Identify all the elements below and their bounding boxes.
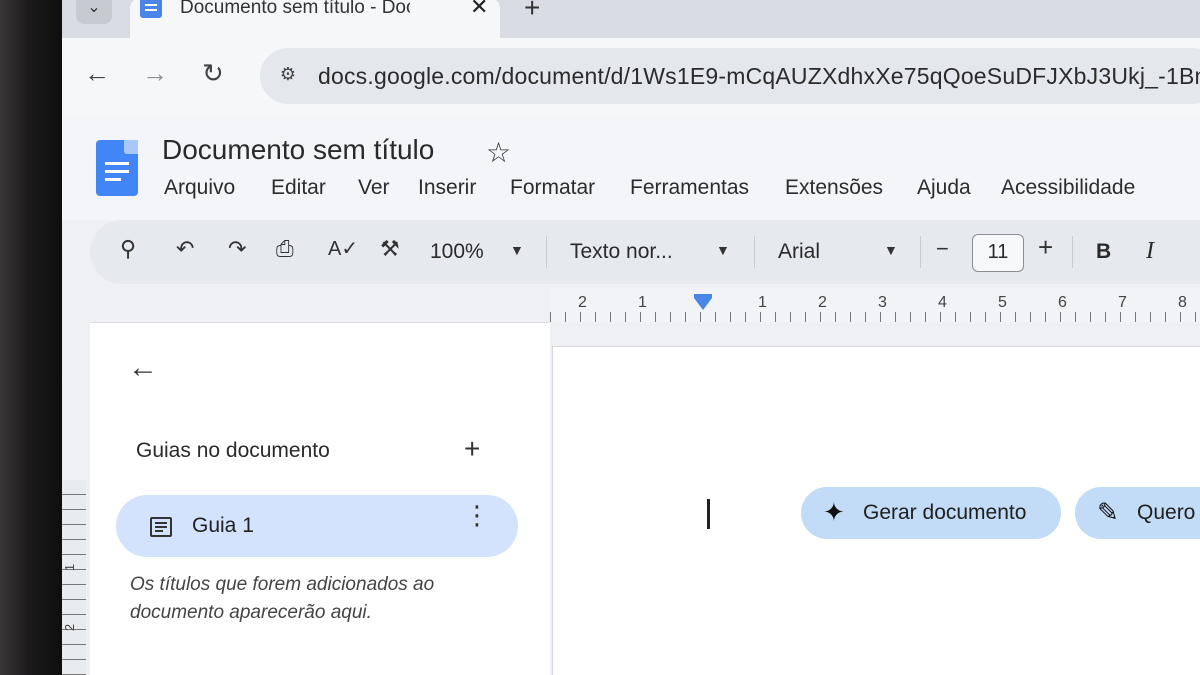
document-page[interactable]: ✦ Gerar documento ✎ Quero xyxy=(552,346,1200,675)
font-size-input[interactable]: 11 xyxy=(972,234,1024,272)
sparkle-icon: ✦ xyxy=(823,497,845,527)
docs-logo-icon[interactable] xyxy=(96,140,138,196)
vertical-ruler-number: 2 xyxy=(62,623,78,632)
font-select[interactable]: Arial xyxy=(778,240,820,264)
new-tab-icon[interactable]: + xyxy=(524,0,540,24)
bold-button[interactable]: B xyxy=(1096,240,1111,264)
ruler-number: 8 xyxy=(1178,294,1187,311)
document-title[interactable]: Documento sem título xyxy=(162,134,434,166)
menu-ajuda[interactable]: Ajuda xyxy=(917,176,971,200)
ruler-number: 6 xyxy=(1058,294,1067,311)
document-outline-panel: ← Guias no documento + Guia 1 ⋮ Os títul… xyxy=(90,322,550,675)
star-icon[interactable]: ☆ xyxy=(486,136,511,169)
separator xyxy=(754,236,755,268)
zoom-select[interactable]: 100% xyxy=(430,240,484,264)
chip-label: Gerar documento xyxy=(863,501,1027,524)
docs-favicon-icon xyxy=(140,0,162,18)
separator xyxy=(920,236,921,268)
ruler-number: 1 xyxy=(758,294,767,311)
menu-arquivo[interactable]: Arquivo xyxy=(164,176,235,200)
docs-header: Documento sem título ☆ Arquivo Editar Ve… xyxy=(62,116,1200,220)
device-bezel xyxy=(0,0,62,675)
ruler-number: 7 xyxy=(1118,294,1127,311)
vertical-ruler: 1 2 xyxy=(62,480,86,675)
redo-icon[interactable]: ↷ xyxy=(228,236,246,262)
tab-close-icon[interactable]: ✕ xyxy=(470,0,488,20)
address-bar[interactable]: ⚙ docs.google.com/document/d/1Ws1E9-mCqA… xyxy=(260,48,1200,104)
menu-formatar[interactable]: Formatar xyxy=(510,176,595,200)
left-indent-handle[interactable] xyxy=(694,298,712,310)
generate-document-chip[interactable]: ✦ Gerar documento xyxy=(801,487,1061,539)
menu-editar[interactable]: Editar xyxy=(271,176,326,200)
spellcheck-icon[interactable]: A✓ xyxy=(328,236,358,261)
chip-label: Quero xyxy=(1137,501,1196,524)
ruler-number: 2 xyxy=(578,294,587,311)
separator xyxy=(546,236,547,268)
ruler-number: 5 xyxy=(998,294,1007,311)
outline-hint-text: Os títulos que forem adicionados ao docu… xyxy=(130,574,435,623)
ruler-number: 2 xyxy=(818,294,827,311)
document-tab-icon xyxy=(150,517,172,537)
text-cursor xyxy=(707,499,710,529)
reload-icon[interactable]: ↻ xyxy=(202,58,224,89)
document-tab-label: Guia 1 xyxy=(192,514,254,537)
ruler-number: 4 xyxy=(938,294,947,311)
browser-screen: ⌄ Documento sem título - Docum ✕ + ← → ↻… xyxy=(62,0,1200,675)
decrease-font-size-icon[interactable]: − xyxy=(936,236,949,262)
undo-icon[interactable]: ↶ xyxy=(176,236,194,262)
add-tab-icon[interactable]: + xyxy=(464,433,480,465)
tab-search-chevron-icon[interactable]: ⌄ xyxy=(76,0,112,24)
browser-tab[interactable]: Documento sem título - Docum ✕ xyxy=(130,0,500,38)
search-menus-icon[interactable]: ⚲ xyxy=(120,236,136,262)
url-text[interactable]: docs.google.com/document/d/1Ws1E9-mCqAUZ… xyxy=(318,63,1200,91)
increase-font-size-icon[interactable]: + xyxy=(1038,232,1053,263)
menu-ferramentas[interactable]: Ferramentas xyxy=(630,176,749,200)
ruler-number: 1 xyxy=(638,294,647,311)
help-me-write-chip[interactable]: ✎ Quero xyxy=(1075,487,1200,539)
menu-inserir[interactable]: Inserir xyxy=(418,176,476,200)
close-outline-arrow-icon[interactable]: ← xyxy=(128,351,158,385)
ruler-ticks xyxy=(550,312,1200,322)
tab-strip: ⌄ Documento sem título - Docum ✕ + xyxy=(62,0,1200,38)
menu-ver[interactable]: Ver xyxy=(358,176,390,200)
menu-acessibilidade[interactable]: Acessibilidade xyxy=(1001,176,1135,200)
paint-format-icon[interactable]: ⚒ xyxy=(380,236,400,262)
tab-title: Documento sem título - Docum xyxy=(180,0,410,17)
separator xyxy=(1072,236,1073,268)
site-info-icon[interactable]: ⚙ xyxy=(276,64,300,88)
italic-button[interactable]: I xyxy=(1146,238,1154,265)
ruler-number: 3 xyxy=(878,294,887,311)
style-select[interactable]: Texto nor... xyxy=(570,240,673,264)
formatting-toolbar: ⚲ ↶ ↷ ⎙ A✓ ⚒ 100% ▼ Texto nor... ▼ Arial… xyxy=(90,220,1200,284)
back-icon[interactable]: ← xyxy=(84,58,110,89)
print-icon[interactable]: ⎙ xyxy=(276,236,294,262)
zoom-caret-icon[interactable]: ▼ xyxy=(510,242,524,258)
outline-heading: Guias no documento xyxy=(136,439,330,462)
navigation-bar: ← → ↻ ⚙ docs.google.com/document/d/1Ws1E… xyxy=(62,38,1200,116)
font-caret-icon[interactable]: ▼ xyxy=(884,242,898,258)
document-tab-item[interactable]: Guia 1 ⋮ xyxy=(116,495,518,557)
menu-extensoes[interactable]: Extensões xyxy=(785,176,883,200)
horizontal-ruler: 2 1 1 2 3 4 5 6 7 8 xyxy=(550,288,1200,324)
pen-sparkle-icon: ✎ xyxy=(1097,497,1119,527)
forward-icon[interactable]: → xyxy=(142,58,168,89)
style-caret-icon[interactable]: ▼ xyxy=(716,242,730,258)
more-options-icon[interactable]: ⋮ xyxy=(464,502,490,541)
vertical-ruler-number: 1 xyxy=(62,563,78,572)
editor-area: ✦ Gerar documento ✎ Quero xyxy=(550,322,1200,675)
